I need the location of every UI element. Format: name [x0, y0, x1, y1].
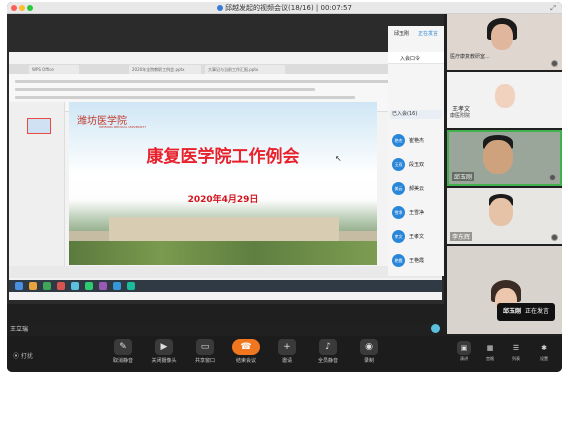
participant-name: 段玉双	[409, 162, 425, 168]
share-screen-icon: ▭	[196, 339, 214, 355]
app-icon	[29, 282, 37, 290]
app-icon	[71, 282, 79, 290]
app-icon	[113, 282, 121, 290]
participant-org: 医疗康复教研室...	[450, 54, 490, 60]
shared-tab: 大事记与当前工作汇报.pptx	[205, 65, 285, 74]
avatar: 艳霞	[392, 254, 405, 267]
mute-all-button[interactable]: ♪ 全员静音	[308, 339, 348, 369]
gallery-view-icon: ▦	[486, 344, 494, 352]
mic-icon	[551, 234, 558, 241]
participant-name: 邱玉刚	[452, 172, 475, 181]
record-icon: ◉	[360, 339, 378, 355]
participant-name: 李东辉	[450, 232, 473, 241]
end-call-icon: ☎	[232, 339, 260, 355]
window-title: 邱越发起的视频会议(18/16) | 00:07:57	[7, 3, 562, 13]
list-view-button[interactable]: ☰ 列表	[505, 341, 527, 369]
shared-app-statusbar	[9, 266, 442, 278]
shared-app-tabs: WPS Office 2020年全院教职工例会.pptx 大事记与当前工作汇报.…	[9, 64, 442, 74]
participant-name: 王雪净	[409, 210, 425, 216]
invite-icon: +	[278, 339, 296, 355]
video-tile[interactable]: 王孝文 康医附院	[447, 72, 562, 128]
invite-row[interactable]: 入会口令	[388, 52, 444, 64]
shared-taskbar	[9, 280, 442, 292]
stop-camera-button[interactable]: ▶ 关闭摄像头	[144, 339, 184, 369]
active-speaker-name: 邱玉刚	[503, 308, 522, 315]
invite-button[interactable]: + 邀请	[267, 339, 307, 369]
window-title-text: 邱越发起的视频会议(18/16) | 00:07:57	[225, 4, 352, 12]
list-view-icon: ☰	[512, 344, 520, 352]
video-tile[interactable]: 医疗康复教研室...	[447, 14, 562, 70]
speaker-view-button[interactable]: ▣ 演讲	[453, 341, 475, 369]
participant-name: 王艳霞	[409, 258, 425, 264]
video-tile[interactable]: 李东辉	[447, 188, 562, 244]
meeting-toolbar: ⦿ 打扰 ✎ 取消静音 ▶ 关闭摄像头 ▭ 共享窗口 ☎ 结束会议 + 邀请 ♪…	[7, 336, 562, 372]
slide-thumbnail-pane	[9, 102, 65, 278]
app-icon	[99, 282, 107, 290]
shared-tab: WPS Office	[29, 65, 79, 74]
end-meeting-button[interactable]: ☎ 结束会议	[226, 339, 266, 369]
active-speaker-status: 正在发言	[525, 308, 550, 315]
participant-list-panel: 邱玉刚 正在发言 入会口令 已入会(16) 艳杰 崔艳杰 玉双 段玉双 美云 郝…	[388, 26, 444, 276]
speaker-view-icon: ▣	[457, 341, 471, 355]
mic-icon	[549, 174, 556, 181]
slide-thumbnail	[27, 118, 51, 134]
meeting-icon	[217, 5, 224, 11]
list-item[interactable]: 美云 郝美云	[390, 179, 442, 199]
app-icon	[43, 282, 51, 290]
app-icon	[127, 282, 135, 290]
mute-all-icon: ♪	[319, 339, 337, 355]
participant-name: 崔艳杰	[409, 138, 425, 144]
app-icon	[85, 282, 93, 290]
settings-button[interactable]: ✱ 设置	[533, 341, 555, 369]
slide-date: 2020年4月29日	[187, 195, 259, 205]
participant-name: 王孝文	[409, 234, 425, 240]
list-item[interactable]: 艳杰 崔艳杰	[390, 131, 442, 151]
camera-icon: ▶	[155, 339, 173, 355]
presentation-slide: 潍坊医学院 WEIFANG MEDICAL UNIVERSITY 康复医学院工作…	[69, 102, 377, 265]
list-item[interactable]: 玉双 段玉双	[390, 155, 442, 175]
record-button[interactable]: ◉ 录制	[349, 339, 389, 369]
participant-name: 郝美云	[409, 186, 425, 192]
unmute-button[interactable]: ✎ 取消静音	[103, 339, 143, 369]
chat-icon[interactable]	[431, 324, 440, 333]
chevron-down-icon[interactable]: ⌄	[505, 324, 511, 332]
share-window-button[interactable]: ▭ 共享窗口	[185, 339, 225, 369]
list-item[interactable]: 艳霞 王艳霞	[390, 251, 442, 271]
active-speaker-bubble: 邱玉刚 正在发言	[497, 303, 556, 321]
avatar: 美云	[392, 182, 405, 195]
avatar: 孝文	[392, 230, 405, 243]
gallery-view-button[interactable]: ▦ 宫格	[479, 341, 501, 369]
settings-icon: ✱	[541, 344, 547, 352]
avatar: 玉双	[392, 158, 405, 171]
shared-tab: 2020年全院教职工例会.pptx	[129, 65, 201, 74]
list-item[interactable]: 孝文 王孝文	[390, 227, 442, 247]
host-status: 正在发言	[418, 31, 439, 37]
avatar: 艳杰	[392, 134, 405, 147]
slide-logo-subtitle: WEIFANG MEDICAL UNIVERSITY	[99, 125, 147, 129]
app-icon	[57, 282, 65, 290]
video-tile[interactable]: 邱玉刚	[447, 130, 562, 186]
meeting-window: 邱越发起的视频会议(18/16) | 00:07:57 ⤢ WPS Office…	[7, 2, 562, 372]
host-name: 邱玉刚	[394, 31, 410, 37]
slide-title: 康复医学院工作例会	[146, 147, 300, 167]
status-label: ⦿ 打扰	[13, 353, 33, 360]
speaker-name-strip	[7, 304, 444, 324]
shared-screen: WPS Office 2020年全院教职工例会.pptx 大事记与当前工作汇报.…	[7, 14, 444, 304]
joined-section-header[interactable]: 已入会(16)	[390, 110, 442, 119]
list-item[interactable]: 雪净 王雪净	[390, 203, 442, 223]
start-icon	[15, 282, 23, 290]
avatar: 雪净	[392, 206, 405, 219]
mic-off-icon: ✎	[114, 339, 132, 355]
participant-org: 康医附院	[450, 113, 471, 119]
mic-icon	[551, 60, 558, 67]
cursor-icon: ↖	[335, 154, 342, 163]
title-bar: 邱越发起的视频会议(18/16) | 00:07:57 ⤢	[7, 2, 562, 14]
shared-screen-owner: 王立瑞	[10, 326, 29, 333]
fullscreen-icon[interactable]: ⤢	[550, 4, 556, 13]
